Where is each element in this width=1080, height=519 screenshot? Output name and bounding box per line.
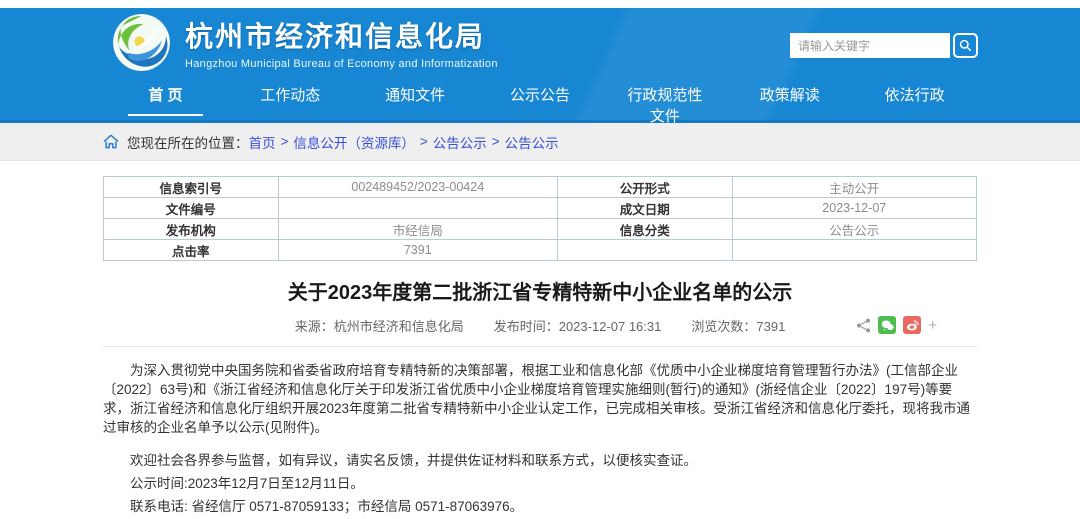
info-category-label: 信息分类 xyxy=(557,219,732,240)
doc-number-label: 文件编号 xyxy=(104,198,279,219)
home-icon[interactable] xyxy=(103,134,119,149)
breadcrumb-separator: > xyxy=(420,134,428,149)
publisher-value: 市经信局 xyxy=(278,219,557,240)
breadcrumb-link-announcements[interactable]: 公告公示 xyxy=(433,132,487,152)
table-row: 发布机构 市经信局 信息分类 公告公示 xyxy=(104,219,977,240)
issue-date-label: 成文日期 xyxy=(557,198,732,219)
article-body: 为深入贯彻党中央国务院和省委省政府培育专精特新的决策部署，根据工业和信息化部《优… xyxy=(103,361,977,516)
breadcrumb: 您现在所在的位置： 首页 > 信息公开（资源库） > 公告公示 > 公告公示 xyxy=(103,132,977,152)
top-white-strip xyxy=(0,0,1080,8)
main-nav: 首 页 工作动态 通知文件 公示公告 行政规范性文件 政策解读 依法行政 xyxy=(103,84,977,120)
nav-item-notices[interactable]: 通知文件 xyxy=(353,84,478,120)
paragraph: 公示时间:2023年12月7日至12月11日。 xyxy=(103,474,977,493)
breadcrumb-prefix: 您现在所在的位置： xyxy=(127,132,249,152)
bureau-logo-icon xyxy=(113,14,170,71)
nav-item-announcements[interactable]: 公示公告 xyxy=(478,84,603,120)
article-publish-time: 发布时间：2023-12-07 16:31 xyxy=(494,316,662,335)
breadcrumb-separator: > xyxy=(281,134,289,149)
info-category-value: 公告公示 xyxy=(732,219,976,240)
open-form-label: 公开形式 xyxy=(557,177,732,198)
breadcrumb-link-announcements-current[interactable]: 公告公示 xyxy=(505,132,559,152)
breadcrumb-link-info-disclosure[interactable]: 信息公开（资源库） xyxy=(293,132,415,152)
nav-item-regulatory-docs[interactable]: 行政规范性文件 xyxy=(602,84,727,120)
open-form-value: 主动公开 xyxy=(732,177,976,198)
info-index-value: 002489452/2023-00424 xyxy=(278,177,557,198)
search-button[interactable] xyxy=(953,33,978,58)
click-rate-value: 7391 xyxy=(278,240,557,261)
table-row: 文件编号 成文日期 2023-12-07 xyxy=(104,198,977,219)
paragraph: 为深入贯彻党中央国务院和省委省政府培育专精特新的决策部署，根据工业和信息化部《优… xyxy=(103,361,977,437)
paragraph: 欢迎社会各界参与监督，如有异议，请实名反馈，并提供佐证材料和联系方式，以便核实查… xyxy=(103,451,977,470)
table-row: 点击率 7391 xyxy=(104,240,977,261)
share-icon[interactable] xyxy=(856,318,871,333)
issue-date-value: 2023-12-07 xyxy=(732,198,976,219)
wechat-share-icon[interactable] xyxy=(878,316,896,334)
weibo-share-icon[interactable] xyxy=(903,316,921,334)
empty-value xyxy=(732,240,976,261)
empty-label xyxy=(557,240,732,261)
site-header: 杭州市经济和信息化局 Hangzhou Municipal Bureau of … xyxy=(0,8,1080,123)
site-brand[interactable]: 杭州市经济和信息化局 Hangzhou Municipal Bureau of … xyxy=(113,14,498,71)
site-search xyxy=(790,33,978,58)
article-source: 来源：杭州市经济和信息化局 xyxy=(295,316,464,335)
article-meta: 来源：杭州市经济和信息化局 发布时间：2023-12-07 16:31 浏览次数… xyxy=(103,316,977,347)
page-title: 关于2023年度第二批浙江省专精特新中小企业名单的公示 xyxy=(103,276,977,305)
nav-item-home[interactable]: 首 页 xyxy=(103,84,228,120)
main-content: 信息索引号 002489452/2023-00424 公开形式 主动公开 文件编… xyxy=(103,176,977,519)
more-share-button[interactable]: + xyxy=(928,317,937,334)
nav-item-work-news[interactable]: 工作动态 xyxy=(228,84,353,120)
click-rate-label: 点击率 xyxy=(104,240,279,261)
nav-item-policy-interpretation[interactable]: 政策解读 xyxy=(727,84,852,120)
breadcrumb-bar: 您现在所在的位置： 首页 > 信息公开（资源库） > 公告公示 > 公告公示 xyxy=(0,123,1080,161)
share-toolbar: + xyxy=(856,316,937,334)
search-icon xyxy=(959,39,972,52)
search-input[interactable] xyxy=(790,33,950,58)
site-subtitle: Hangzhou Municipal Bureau of Economy and… xyxy=(185,58,498,70)
site-title: 杭州市经济和信息化局 xyxy=(185,15,498,55)
breadcrumb-link-home[interactable]: 首页 xyxy=(249,132,276,152)
nav-item-law-administration[interactable]: 依法行政 xyxy=(852,84,977,120)
article-views: 浏览次数：7391 xyxy=(691,316,785,335)
table-row: 信息索引号 002489452/2023-00424 公开形式 主动公开 xyxy=(104,177,977,198)
breadcrumb-separator: > xyxy=(492,134,500,149)
publisher-label: 发布机构 xyxy=(104,219,279,240)
document-info-table: 信息索引号 002489452/2023-00424 公开形式 主动公开 文件编… xyxy=(103,176,977,261)
info-index-label: 信息索引号 xyxy=(104,177,279,198)
paragraph: 联系电话: 省经信厅 0571-87059133；市经信局 0571-87063… xyxy=(103,497,977,516)
doc-number-value xyxy=(278,198,557,219)
